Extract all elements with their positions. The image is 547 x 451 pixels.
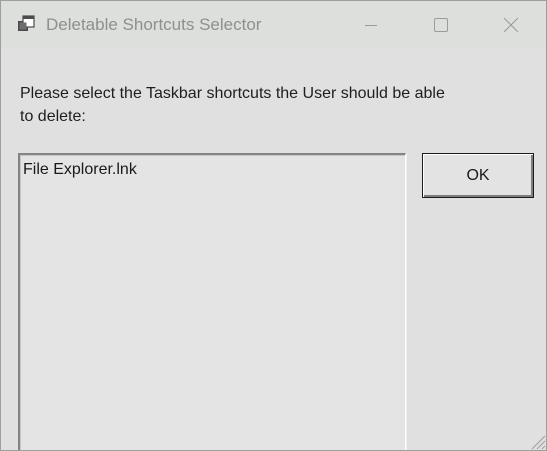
dialog-window: Deletable Shortcuts Selector Please sele… <box>0 0 547 451</box>
ok-button[interactable]: OK <box>422 153 534 198</box>
minimize-icon <box>365 24 377 26</box>
instruction-text: Please select the Taskbar shortcuts the … <box>20 85 445 125</box>
list-item[interactable]: File Explorer.lnk <box>23 160 137 180</box>
app-window-icon <box>18 15 35 31</box>
maximize-button[interactable] <box>406 1 476 48</box>
resize-grip-icon[interactable] <box>526 430 546 450</box>
close-button[interactable] <box>476 1 546 48</box>
minimize-button[interactable] <box>336 1 406 48</box>
title-bar[interactable]: Deletable Shortcuts Selector <box>1 1 546 48</box>
close-icon <box>503 17 519 32</box>
window-title: Deletable Shortcuts Selector <box>46 15 262 34</box>
maximize-icon <box>434 17 448 32</box>
shortcuts-listbox[interactable]: File Explorer.lnk <box>18 153 406 450</box>
